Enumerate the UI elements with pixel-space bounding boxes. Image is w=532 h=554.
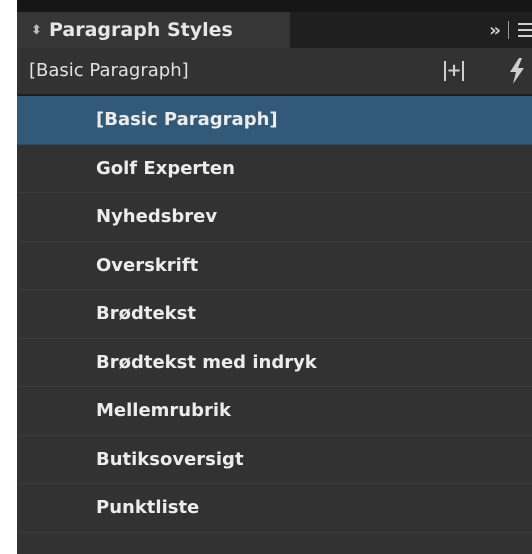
- list-item[interactable]: Brødtekst: [17, 290, 532, 339]
- create-new-style-icon[interactable]: +: [444, 61, 464, 81]
- tab-label: Paragraph Styles: [49, 19, 233, 41]
- list-item[interactable]: Butiksoversigt: [17, 436, 532, 484]
- current-style-label: [Basic Paragraph]: [29, 60, 189, 81]
- current-style-bar: [Basic Paragraph] +: [17, 48, 532, 96]
- paragraph-styles-list: [Basic Paragraph] Golf Experten Nyhedsbr…: [17, 96, 532, 554]
- updown-icon: ⬍: [31, 23, 42, 38]
- style-name: Brødtekst med indryk: [96, 351, 317, 373]
- style-name: [Basic Paragraph]: [96, 109, 278, 130]
- style-name: Nyhedsbrev: [96, 206, 218, 227]
- list-item[interactable]: Punktliste: [17, 484, 532, 533]
- style-name: Overskrift: [96, 254, 199, 276]
- tab-paragraph-styles[interactable]: ⬍ Paragraph Styles: [17, 12, 290, 48]
- list-item[interactable]: Golf Experten: [17, 145, 532, 193]
- double-chevron-right-icon[interactable]: ››: [489, 20, 501, 41]
- style-name: Brødtekst: [96, 303, 196, 324]
- style-name: Mellemrubrik: [96, 400, 232, 421]
- list-item[interactable]: Overskrift: [17, 242, 532, 290]
- list-item[interactable]: Mellemrubrik: [17, 387, 532, 436]
- paragraph-styles-panel: ⬍ Paragraph Styles ›› [Basic Paragraph] +…: [17, 0, 532, 554]
- panel-title-bar: ⬍ Paragraph Styles ››: [17, 0, 532, 48]
- panel-controls: ››: [489, 12, 532, 48]
- lightning-bolt-icon[interactable]: [508, 58, 526, 84]
- separator: [508, 21, 509, 39]
- list-item[interactable]: [Basic Paragraph]: [17, 96, 532, 145]
- style-name: Butiksoversigt: [96, 448, 244, 470]
- list-item[interactable]: Brødtekst med indryk: [17, 339, 532, 387]
- style-name: Punktliste: [96, 497, 200, 518]
- style-name: Golf Experten: [96, 157, 235, 179]
- panel-menu-icon[interactable]: [518, 23, 532, 37]
- list-item[interactable]: Nyhedsbrev: [17, 193, 532, 242]
